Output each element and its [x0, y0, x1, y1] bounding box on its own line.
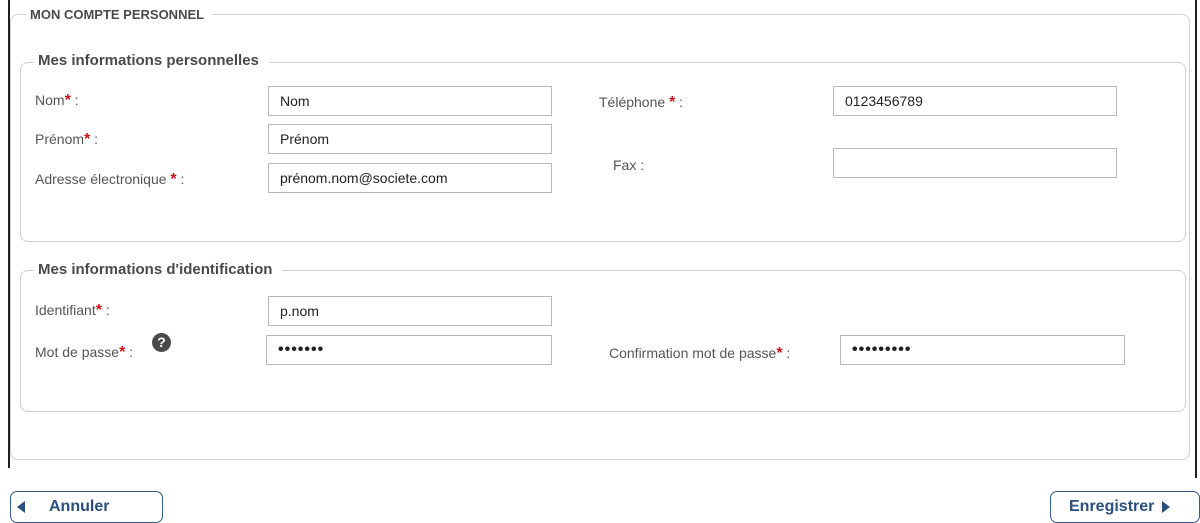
identifiant-label-colon: : [101, 302, 110, 318]
save-button[interactable]: Enregistrer [1050, 491, 1200, 523]
prenom-label: Prénom* : [35, 131, 98, 149]
telephone-label-text: Téléphone [599, 94, 670, 110]
nom-label-text: Nom [35, 92, 65, 108]
identification-legend: Mes informations d'identification [34, 261, 283, 278]
arrow-left-icon [17, 501, 25, 513]
account-title: MON COMPTE PERSONNEL [26, 7, 213, 22]
cancel-button[interactable]: Annuler [10, 491, 163, 523]
confirm-password-input[interactable]: ••••••••• [840, 335, 1125, 365]
password-label-colon: : [125, 344, 134, 360]
telephone-label-colon: : [675, 94, 684, 110]
arrow-right-icon [1162, 501, 1171, 513]
email-label: Adresse électronique * : [35, 171, 184, 189]
password-input[interactable]: ••••••• [266, 335, 552, 365]
prenom-label-text: Prénom [35, 131, 85, 147]
confirm-password-label-colon: : [782, 345, 791, 361]
email-label-colon: : [176, 171, 185, 187]
confirm-password-label-text: Confirmation mot de passe [609, 345, 777, 361]
identifiant-label-text: Identifiant [35, 302, 96, 318]
confirm-password-label: Confirmation mot de passe* : [609, 345, 790, 363]
nom-label-colon: : [70, 92, 79, 108]
email-input[interactable]: prénom.nom@societe.com [268, 163, 552, 193]
personal-info-legend: Mes informations personnelles [34, 52, 269, 69]
nom-input[interactable]: Nom [268, 86, 552, 116]
telephone-label: Téléphone * : [599, 94, 683, 112]
fax-label: Fax : [613, 157, 645, 173]
save-button-label: Enregistrer [1069, 498, 1155, 515]
identifiant-input[interactable]: p.nom [268, 296, 552, 326]
prenom-input[interactable]: Prénom [268, 124, 552, 154]
nom-label: Nom* : [35, 92, 79, 110]
password-label-text: Mot de passe [35, 344, 120, 360]
identifiant-label: Identifiant* : [35, 302, 110, 320]
prenom-label-colon: : [90, 131, 99, 147]
email-label-text: Adresse électronique [35, 171, 171, 187]
right-edge-line [1195, 0, 1197, 478]
password-label: Mot de passe* : [35, 344, 133, 362]
help-icon[interactable]: ? [152, 333, 171, 352]
cancel-button-label: Annuler [49, 498, 110, 515]
telephone-input[interactable]: 0123456789 [833, 86, 1117, 116]
fax-input[interactable] [833, 148, 1117, 178]
